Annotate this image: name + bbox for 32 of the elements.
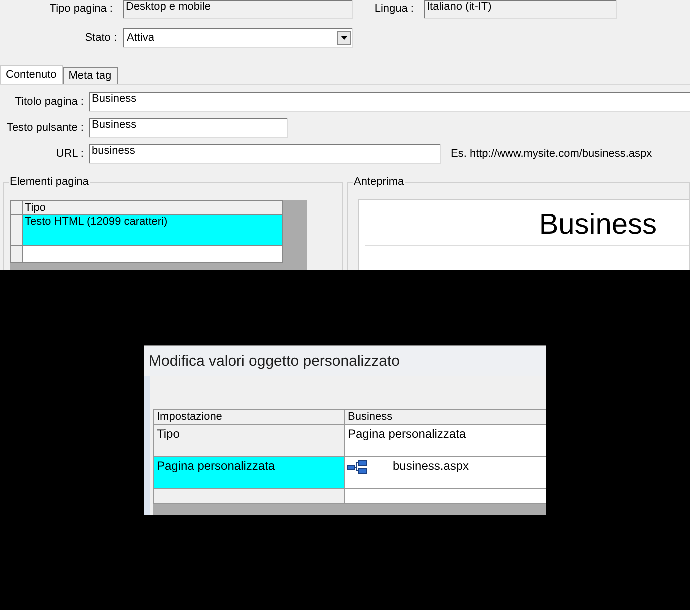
text-field[interactable]: Business [89, 118, 288, 138]
group-title: Elementi pagina [9, 176, 90, 188]
tab[interactable]: Contenuto [0, 65, 63, 84]
page-type-field: Desktop e mobile [123, 0, 353, 19]
table-cell[interactable]: Pagina personalizzata [345, 425, 546, 457]
preview-heading: Business [538, 208, 658, 243]
field-label: Titolo pagina : [14, 96, 84, 108]
field-label: Stato : [84, 32, 117, 44]
status-dropdown[interactable]: Attiva [123, 28, 353, 48]
text-field[interactable]: Business [89, 92, 690, 112]
table-cell[interactable] [153, 489, 345, 504]
dialog-title: Modifica valori oggetto personalizzato [149, 352, 400, 370]
hierarchy-icon [347, 460, 367, 474]
column-header: Tipo [23, 200, 283, 215]
column-header: Impostazione [153, 409, 345, 425]
dropdown-arrow-icon[interactable] [340, 36, 348, 40]
table-cell[interactable] [345, 489, 546, 504]
table-cell[interactable] [23, 246, 283, 263]
table-cell[interactable]: Testo HTML (12099 caratteri) [23, 215, 283, 246]
field-label: URL : [55, 148, 84, 160]
text-field[interactable]: business [89, 144, 441, 164]
field-label: Lingua : [374, 3, 414, 15]
hint-text: Es. http://www.mysite.com/business.aspx [451, 148, 652, 160]
table-cell[interactable]: business.aspx [345, 457, 546, 489]
field-label: Testo pulsante : [6, 122, 84, 134]
group-title: Anteprima [353, 176, 406, 188]
tab[interactable]: Meta tag [62, 67, 118, 84]
field-label: Tipo pagina : [48, 3, 113, 15]
table-cell[interactable]: Pagina personalizzata [153, 457, 345, 489]
table-cell[interactable]: Tipo [153, 425, 345, 457]
language-field: Italiano (it-IT) [424, 0, 617, 19]
column-header: Business [345, 409, 546, 425]
